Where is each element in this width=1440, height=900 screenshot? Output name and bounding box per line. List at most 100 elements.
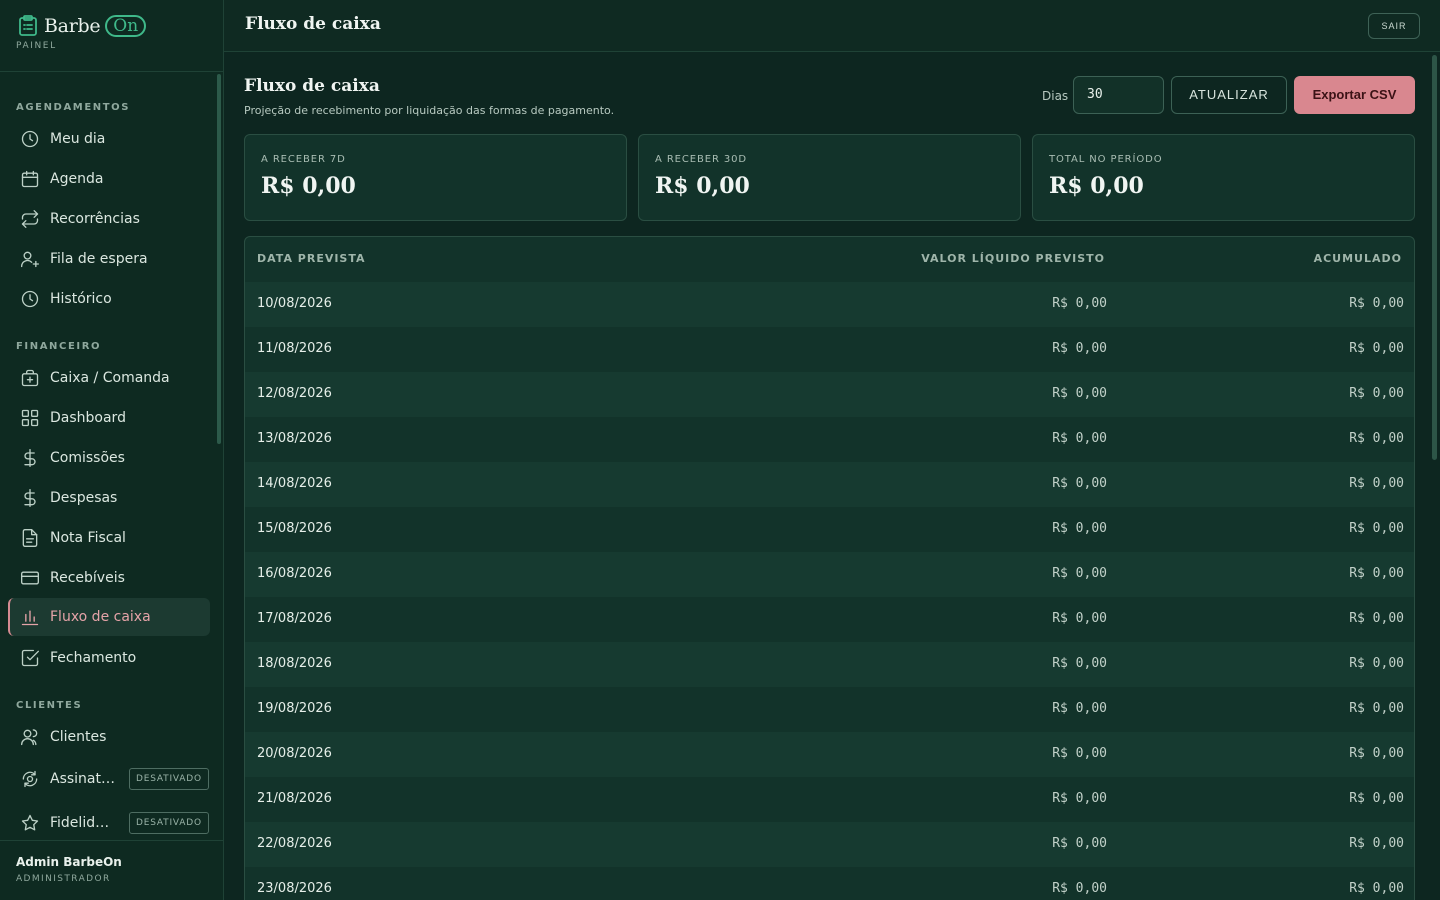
table-row: 16/08/2026 R$ 0,00 R$ 0,00 (245, 552, 1414, 597)
brand: Barbe On PAINEL (0, 0, 223, 72)
table-row: 17/08/2026 R$ 0,00 R$ 0,00 (245, 597, 1414, 642)
refresh-circle-icon (22, 770, 38, 788)
cell-value: R$ 0,00 (1052, 386, 1107, 401)
cashflow-table: DATA PREVISTA VALOR LÍQUIDO PREVISTO ACU… (244, 236, 1415, 900)
stat-card-total-periodo: TOTAL NO PERÍODO R$ 0,00 (1032, 134, 1415, 221)
stat-card-receber-7d: A RECEBER 7D R$ 0,00 (244, 134, 627, 221)
sidebar-item-label: Assinaturas (50, 771, 117, 787)
stat-card-receber-30d: A RECEBER 30D R$ 0,00 (638, 134, 1021, 221)
sidebar-item-clientes[interactable]: Clientes (8, 718, 210, 756)
cell-accumulated: R$ 0,00 (1349, 431, 1404, 446)
cell-date: 17/08/2026 (257, 611, 332, 626)
brand-name: Barbe (44, 15, 101, 37)
sidebar-item-label: Agenda (50, 171, 104, 187)
cash-register-icon (21, 369, 39, 387)
cell-accumulated: R$ 0,00 (1349, 611, 1404, 626)
table-row: 22/08/2026 R$ 0,00 R$ 0,00 (245, 822, 1414, 867)
cell-value: R$ 0,00 (1052, 341, 1107, 356)
table-row: 20/08/2026 R$ 0,00 R$ 0,00 (245, 732, 1414, 777)
credit-card-icon (21, 571, 39, 585)
star-icon (21, 814, 39, 831)
page-subtitle: Projeção de recebimento por liquidação d… (244, 104, 615, 117)
stat-label: A RECEBER 30D (655, 154, 748, 165)
cell-value: R$ 0,00 (1052, 656, 1107, 671)
cell-accumulated: R$ 0,00 (1349, 881, 1404, 896)
sidebar-item-label: Recorrências (50, 211, 140, 227)
stat-value: R$ 0,00 (261, 173, 356, 199)
topbar-title: Fluxo de caixa (245, 14, 381, 34)
cell-value: R$ 0,00 (1052, 566, 1107, 581)
sidebar-nav: AGENDAMENTOS Meu dia Agenda Recorrências… (0, 72, 223, 840)
sidebar-item-despesas[interactable]: Despesas (8, 479, 210, 517)
clock-icon (21, 130, 39, 148)
dollar-minus-icon (24, 489, 36, 507)
sidebar-item-label: Comissões (50, 450, 125, 466)
cell-date: 14/08/2026 (257, 476, 332, 491)
stat-value: R$ 0,00 (1049, 173, 1144, 199)
cell-value: R$ 0,00 (1052, 701, 1107, 716)
table-row: 19/08/2026 R$ 0,00 R$ 0,00 (245, 687, 1414, 732)
sidebar-item-label: Histórico (50, 291, 112, 307)
user-profile[interactable]: Admin BarbeOn ADMINISTRADOR (0, 840, 224, 900)
sidebar-item-fila-de-espera[interactable]: Fila de espera (8, 240, 210, 278)
cell-value: R$ 0,00 (1052, 746, 1107, 761)
cell-accumulated: R$ 0,00 (1349, 656, 1404, 671)
table-row: 23/08/2026 R$ 0,00 R$ 0,00 (245, 867, 1414, 900)
history-clock-icon (21, 290, 39, 308)
export-csv-button[interactable]: Exportar CSV (1294, 76, 1415, 114)
refresh-button[interactable]: ATUALIZAR (1171, 76, 1287, 114)
grid-icon (21, 409, 39, 427)
page-scrollbar[interactable] (1432, 55, 1437, 460)
sidebar-item-fluxo-de-caixa[interactable]: Fluxo de caixa (8, 598, 210, 636)
brand-logo[interactable]: Barbe On (16, 14, 207, 38)
cell-date: 21/08/2026 (257, 791, 332, 806)
logout-button[interactable]: SAIR (1368, 13, 1420, 39)
check-square-icon (21, 649, 39, 667)
cell-value: R$ 0,00 (1052, 611, 1107, 626)
column-header-accumulated[interactable]: ACUMULADO (1314, 252, 1402, 265)
main-content: Fluxo de caixa Projeção de recebimento p… (224, 52, 1440, 900)
table-row: 13/08/2026 R$ 0,00 R$ 0,00 (245, 417, 1414, 462)
cell-date: 10/08/2026 (257, 296, 332, 311)
cell-accumulated: R$ 0,00 (1349, 701, 1404, 716)
sidebar-item-label: Fila de espera (50, 251, 148, 267)
calendar-icon (21, 170, 39, 188)
column-header-value[interactable]: VALOR LÍQUIDO PREVISTO (921, 252, 1105, 265)
sidebar-item-recebiveis[interactable]: Recebíveis (8, 559, 210, 597)
cell-date: 18/08/2026 (257, 656, 332, 671)
cell-value: R$ 0,00 (1052, 296, 1107, 311)
clipboard-list-icon (19, 15, 37, 36)
stat-value: R$ 0,00 (655, 173, 750, 199)
cell-date: 15/08/2026 (257, 521, 332, 536)
cell-value: R$ 0,00 (1052, 791, 1107, 806)
table-row: 10/08/2026 R$ 0,00 R$ 0,00 (245, 282, 1414, 327)
sidebar-item-caixa-comanda[interactable]: Caixa / Comanda (8, 359, 210, 397)
days-label: Dias (1042, 89, 1069, 103)
section-agendamentos: AGENDAMENTOS (16, 102, 131, 113)
cell-value: R$ 0,00 (1052, 836, 1107, 851)
section-clientes: CLIENTES (16, 700, 83, 711)
column-header-date[interactable]: DATA PREVISTA (257, 252, 366, 265)
sidebar-item-assinaturas[interactable]: Assinaturas DESATIVADO (8, 760, 210, 798)
sidebar-item-label: Caixa / Comanda (50, 370, 170, 386)
bar-chart-icon (21, 610, 39, 626)
sidebar-item-label: Fluxo de caixa (50, 609, 151, 625)
sidebar-item-label: Fidelidade (50, 815, 117, 831)
sidebar-item-fidelidade[interactable]: Fidelidade DESATIVADO (8, 804, 210, 840)
sidebar-item-label: Nota Fiscal (50, 530, 126, 546)
sidebar-item-dashboard[interactable]: Dashboard (8, 399, 210, 437)
cell-accumulated: R$ 0,00 (1349, 521, 1404, 536)
sidebar-item-historico[interactable]: Histórico (8, 280, 210, 318)
sidebar-item-comissoes[interactable]: Comissões (8, 439, 210, 477)
cell-date: 22/08/2026 (257, 836, 332, 851)
sidebar-item-meu-dia[interactable]: Meu dia (8, 120, 210, 158)
cell-date: 23/08/2026 (257, 881, 332, 896)
sidebar-item-label: Recebíveis (50, 570, 125, 586)
days-input[interactable]: 30 (1073, 76, 1164, 114)
sidebar-item-agenda[interactable]: Agenda (8, 160, 210, 198)
user-plus-icon (20, 251, 39, 268)
sidebar-item-nota-fiscal[interactable]: Nota Fiscal (8, 519, 210, 557)
sidebar-item-fechamento[interactable]: Fechamento (8, 639, 210, 677)
sidebar-item-recorrencias[interactable]: Recorrências (8, 200, 210, 238)
cell-date: 16/08/2026 (257, 566, 332, 581)
